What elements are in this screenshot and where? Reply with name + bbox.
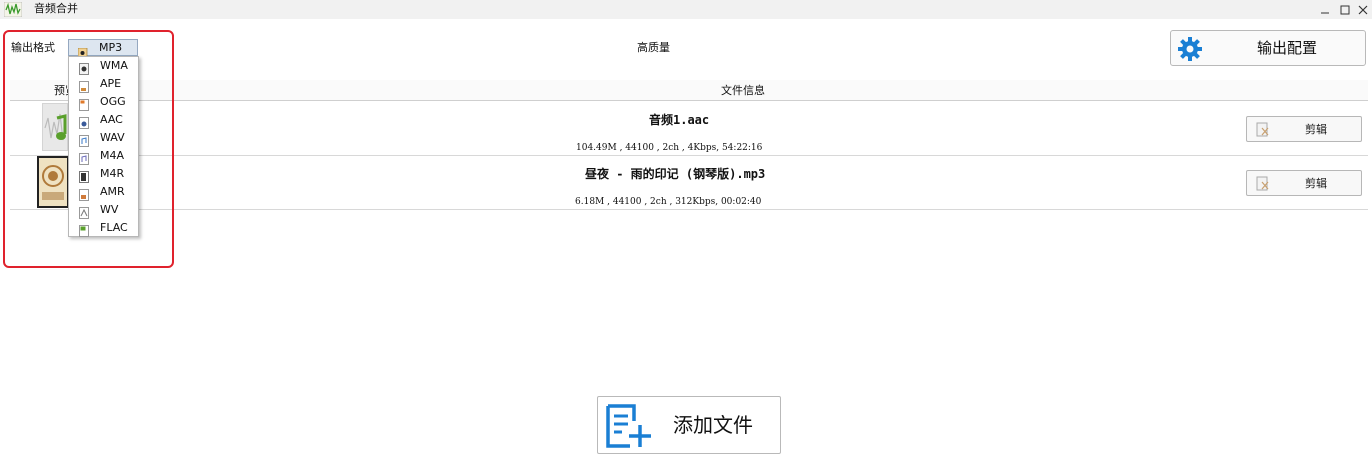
close-icon[interactable]	[1354, 1, 1372, 18]
title-bar	[0, 0, 1372, 19]
file-list-header	[10, 80, 1368, 101]
cut-label: 剪辑	[1305, 177, 1327, 190]
file-name: 昼夜 - 雨的印记 (钢琴版).mp3	[585, 167, 766, 181]
cut-button[interactable]: 剪辑	[1246, 170, 1362, 196]
add-file-label: 添加文件	[673, 413, 753, 437]
minimize-icon[interactable]	[1316, 1, 1334, 18]
output-config-label: 输出配置	[1257, 39, 1318, 57]
scissors-doc-icon	[1255, 176, 1271, 192]
output-config-button[interactable]: 输出配置	[1170, 30, 1366, 66]
add-file-icon	[604, 403, 652, 449]
cut-label: 剪辑	[1305, 123, 1327, 136]
window-title: 音频合并	[34, 2, 78, 15]
gear-icon	[1177, 36, 1203, 62]
column-file-info: 文件信息	[721, 84, 765, 97]
file-name: 音频1.aac	[649, 113, 710, 127]
add-file-button[interactable]: 添加文件	[597, 396, 781, 454]
scissors-doc-icon	[1255, 122, 1271, 138]
file-meta: 104.49M , 44100 , 2ch , 4Kbps, 54:22:16	[576, 143, 763, 153]
maximize-icon[interactable]	[1336, 1, 1354, 18]
quality-label: 高质量	[637, 41, 670, 54]
audio-wave-logo-icon	[3, 1, 23, 18]
file-meta: 6.18M , 44100 , 2ch , 312Kbps, 00:02:40	[575, 197, 762, 207]
cut-button[interactable]: 剪辑	[1246, 116, 1362, 142]
toolbar	[0, 19, 1372, 79]
annotation-highlight-box	[3, 30, 174, 268]
